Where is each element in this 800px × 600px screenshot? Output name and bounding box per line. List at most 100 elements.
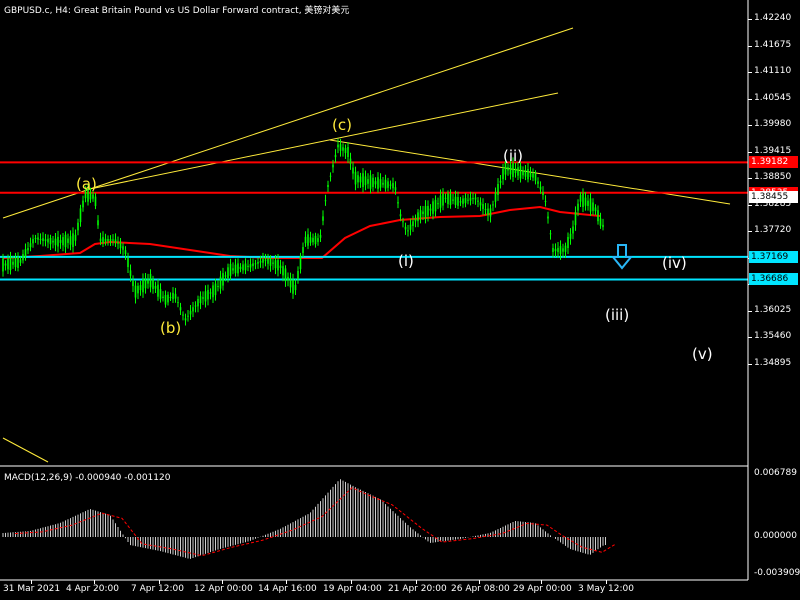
candle-body xyxy=(247,265,249,268)
candle-body xyxy=(329,175,332,177)
candle-body xyxy=(474,197,477,200)
candle-body xyxy=(279,265,282,268)
wave-label-a[interactable]: (a) xyxy=(76,175,97,193)
candle-body xyxy=(309,237,312,243)
candle-body xyxy=(89,192,92,200)
candle-body xyxy=(249,264,252,268)
candle-body xyxy=(347,146,349,158)
candle-body xyxy=(372,177,374,188)
candle-body xyxy=(47,238,49,243)
candle-body xyxy=(427,205,429,216)
chart-canvas[interactable] xyxy=(0,0,800,600)
candle-body xyxy=(589,198,592,212)
trendline xyxy=(84,92,559,191)
candle-body xyxy=(602,224,604,228)
candle-body xyxy=(292,279,294,294)
wave-label-iv[interactable]: (iv) xyxy=(662,254,687,272)
candle-body xyxy=(119,242,122,249)
candle-body xyxy=(209,292,212,294)
candle-body xyxy=(239,266,242,270)
candle-body xyxy=(307,234,309,246)
price-tick: 1.41110 xyxy=(754,66,792,76)
candle-body xyxy=(432,201,434,214)
candle-body xyxy=(154,286,157,289)
candle-body xyxy=(264,259,267,261)
candle-body xyxy=(522,170,524,176)
candle-body xyxy=(582,193,584,207)
candle-body xyxy=(507,167,509,171)
candle-body xyxy=(82,200,84,208)
candle-body xyxy=(352,167,354,174)
down-arrow-icon[interactable] xyxy=(612,244,632,270)
candle-body xyxy=(59,240,62,243)
candle-body xyxy=(129,270,132,276)
macd-label: MACD(12,26,9) -0.000940 -0.001120 xyxy=(4,473,171,483)
candle-body xyxy=(172,292,174,300)
candle-body xyxy=(557,247,559,253)
candle-body xyxy=(492,204,494,206)
wave-label-c[interactable]: (c) xyxy=(332,116,352,134)
candle-body xyxy=(114,239,117,242)
candle-body xyxy=(144,279,147,289)
candle-body xyxy=(547,216,549,219)
wave-label-b[interactable]: (b) xyxy=(160,319,181,337)
candle-body xyxy=(122,246,124,250)
candle-body xyxy=(57,236,59,247)
candle-body xyxy=(439,195,442,208)
candle-body xyxy=(312,237,314,243)
time-tick: 12 Apr 00:00 xyxy=(194,584,253,594)
candle-body xyxy=(169,296,172,298)
candle-body xyxy=(384,179,387,189)
candle-body xyxy=(37,237,39,240)
candle-body xyxy=(597,210,599,222)
wave-label-i[interactable]: (i) xyxy=(398,252,414,270)
candle-body xyxy=(407,230,409,232)
candle-body xyxy=(472,197,474,200)
candle-body xyxy=(179,307,182,311)
candle-body xyxy=(67,238,69,243)
price-badge: 1.37169 xyxy=(749,250,798,263)
candle-body xyxy=(137,285,139,294)
candle-body xyxy=(467,199,469,201)
candle-body xyxy=(299,255,302,270)
candle-body xyxy=(32,239,34,244)
candle-body xyxy=(317,238,319,242)
candle-body xyxy=(542,192,544,196)
candle-body xyxy=(569,233,572,239)
candle-body xyxy=(64,234,67,248)
candle-body xyxy=(107,239,109,241)
candle-body xyxy=(164,294,167,305)
candle-body xyxy=(92,194,94,199)
candle-body xyxy=(49,237,52,245)
ma-curve xyxy=(2,205,601,259)
candle-body xyxy=(594,207,597,212)
candle-body xyxy=(252,263,254,267)
candle-body xyxy=(457,197,459,206)
candle-body xyxy=(387,181,389,188)
candle-body xyxy=(294,284,297,291)
price-badge: 1.39182 xyxy=(749,156,798,169)
candle-body xyxy=(234,264,237,274)
candle-body xyxy=(332,164,334,168)
wave-label-iii[interactable]: (iii) xyxy=(605,306,629,324)
candle-body xyxy=(304,236,307,244)
wave-label-ii[interactable]: (ii) xyxy=(503,147,523,165)
candle-body xyxy=(2,258,4,272)
candle-body xyxy=(529,172,532,177)
candle-body xyxy=(374,181,377,185)
candle-body xyxy=(509,164,512,175)
candle-body xyxy=(22,254,24,261)
candle-body xyxy=(202,297,204,299)
price-tick: 1.36025 xyxy=(754,304,792,315)
candle-body xyxy=(189,310,192,315)
candle-body xyxy=(207,289,209,300)
candle-body xyxy=(537,181,539,184)
macd-histogram xyxy=(2,479,617,559)
wave-label-v[interactable]: (v) xyxy=(692,345,713,363)
candle-body xyxy=(79,208,82,223)
candle-body xyxy=(124,250,127,254)
candle-body xyxy=(344,148,347,153)
candle-body xyxy=(592,202,594,211)
candle-body xyxy=(194,305,197,307)
candle-body xyxy=(184,318,187,321)
